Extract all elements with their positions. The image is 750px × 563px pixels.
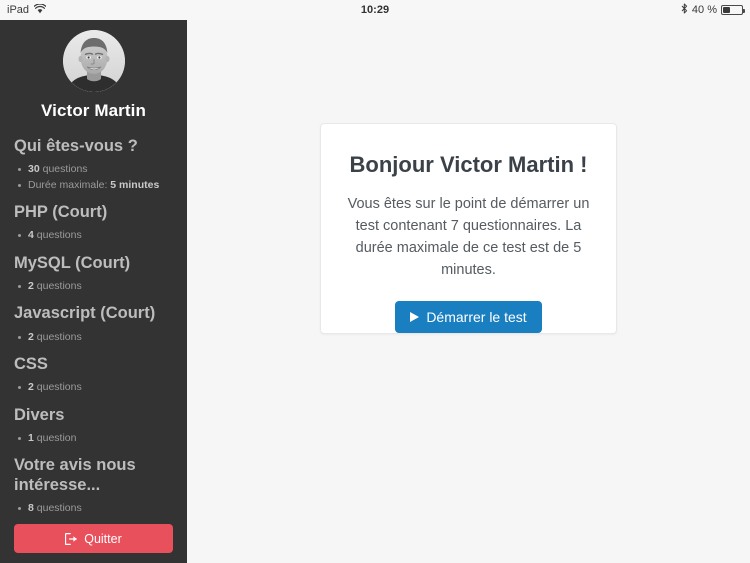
main-content: Bonjour Victor Martin ! Vous êtes sur le…: [187, 20, 750, 563]
device-name-label: iPad: [7, 4, 30, 16]
list-item: 4 questions: [18, 228, 173, 243]
quit-button-label: Quitter: [84, 531, 122, 546]
question-count-unit: questions: [33, 330, 82, 343]
question-count-unit: questions: [33, 502, 82, 515]
user-name: Victor Martin: [41, 101, 146, 120]
ios-status-bar: iPad 10:29 40 %: [0, 0, 750, 20]
questionnaire-section: Javascript (Court) 2 questions: [14, 304, 173, 345]
section-meta-list: 2 questions: [14, 279, 173, 294]
start-test-button-label: Démarrer le test: [426, 309, 527, 326]
status-bar-right: 40 %: [681, 3, 745, 17]
list-item: 1 question: [18, 431, 173, 446]
question-count: 30: [28, 163, 40, 176]
status-bar-left: iPad: [7, 2, 47, 17]
duration-value: 5 minutes: [110, 178, 160, 191]
questionnaire-section: Qui êtes-vous ? 30 questions Durée maxim…: [14, 137, 173, 193]
app-root: Victor Martin Qui êtes-vous ? 30 questio…: [0, 20, 750, 563]
list-item: 2 questions: [18, 279, 173, 294]
section-meta-list: 4 questions: [14, 228, 173, 243]
section-title: CSS: [14, 354, 48, 373]
section-title: Javascript (Court): [14, 304, 156, 323]
question-count-unit: questions: [33, 280, 82, 293]
questionnaire-section: Divers 1 question: [14, 406, 173, 447]
duration-label: Durée maximale:: [28, 178, 111, 191]
user-profile-block: Victor Martin: [0, 20, 187, 121]
question-count-unit: questions: [33, 381, 82, 394]
questionnaire-section: CSS 2 questions: [14, 355, 173, 396]
bluetooth-icon: [681, 3, 688, 17]
page-title: Bonjour Victor Martin !: [349, 152, 588, 177]
list-item: 2 questions: [18, 330, 173, 345]
list-item: 2 questions: [18, 380, 173, 395]
logout-icon: [65, 532, 78, 545]
question-count-unit: question: [33, 432, 77, 445]
status-bar-clock: 10:29: [360, 4, 390, 16]
battery-percent-label: 40 %: [691, 4, 717, 16]
avatar: [62, 30, 125, 92]
section-title: Qui êtes-vous ?: [14, 137, 138, 155]
section-meta-list: 1 question: [14, 431, 173, 446]
wifi-icon: [33, 2, 47, 17]
section-title: Divers: [14, 405, 65, 424]
list-item: 30 questions: [18, 162, 173, 177]
section-meta-list: 8 questions: [14, 501, 173, 516]
questionnaire-section: Votre avis nous intéresse... 8 questions: [14, 456, 173, 516]
quit-button[interactable]: Quitter: [14, 524, 173, 553]
section-title: MySQL (Court): [14, 253, 131, 272]
list-item: 8 questions: [18, 501, 173, 516]
section-meta-list: 2 questions: [14, 330, 173, 345]
welcome-card: Bonjour Victor Martin ! Vous êtes sur le…: [320, 123, 617, 334]
section-title: Votre avis nous intéresse...: [14, 456, 136, 494]
section-meta-list: 30 questions Durée maximale: 5 minutes: [14, 162, 173, 192]
question-count-unit: questions: [39, 163, 88, 176]
questionnaire-section: PHP (Court) 4 questions: [14, 203, 173, 244]
questionnaire-section-list: Qui êtes-vous ? 30 questions Durée maxim…: [0, 137, 187, 517]
battery-icon: [721, 5, 745, 15]
question-count-unit: questions: [33, 229, 82, 242]
questionnaire-section: MySQL (Court) 2 questions: [14, 254, 173, 295]
list-item: Durée maximale: 5 minutes: [18, 178, 173, 193]
section-title: PHP (Court): [14, 202, 108, 221]
sidebar: Victor Martin Qui êtes-vous ? 30 questio…: [0, 20, 187, 563]
card-description: Vous êtes sur le point de démarrer un te…: [347, 196, 590, 278]
start-test-button[interactable]: Démarrer le test: [395, 301, 542, 334]
play-icon: [410, 312, 420, 323]
section-meta-list: 2 questions: [14, 380, 173, 395]
